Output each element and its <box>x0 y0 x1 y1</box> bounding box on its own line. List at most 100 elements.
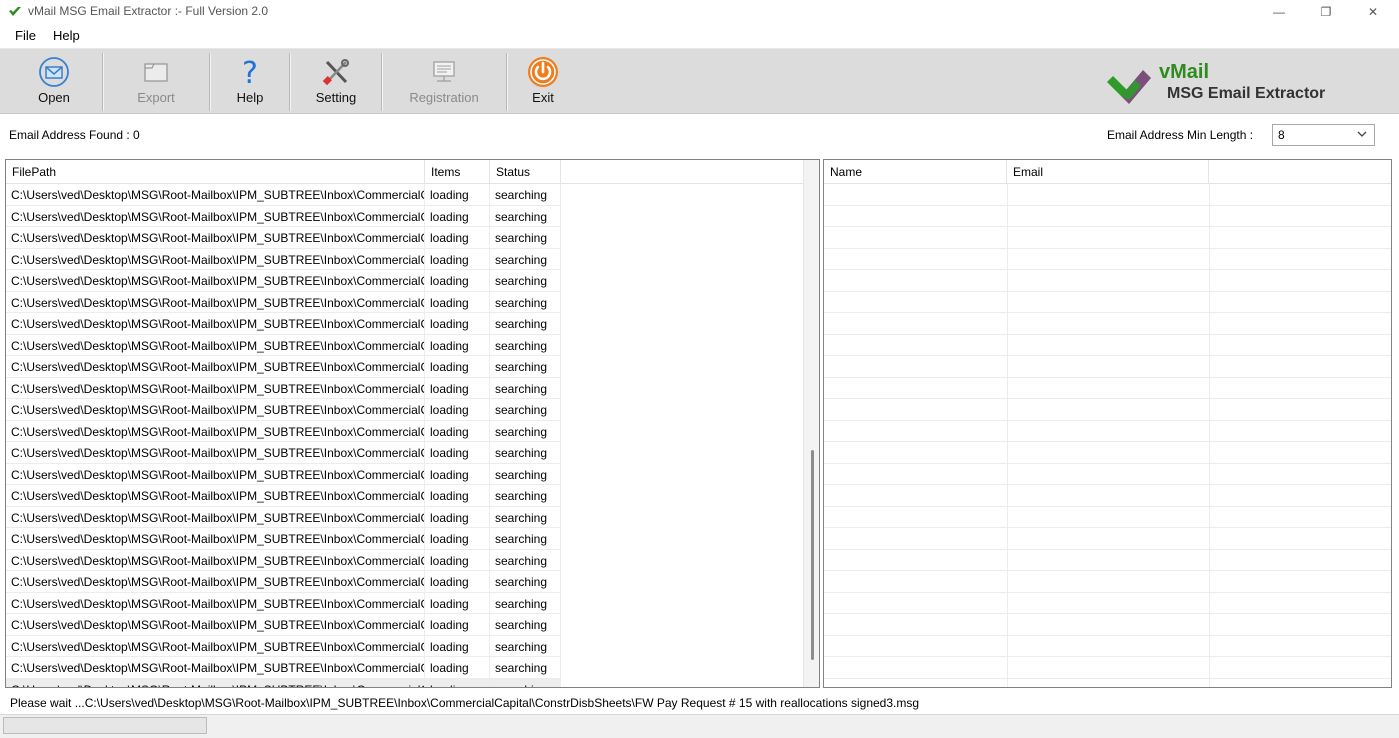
cell-filepath: C:\Users\ved\Desktop\MSG\Root-Mailbox\IP… <box>6 270 425 291</box>
table-row[interactable]: C:\Users\ved\Desktop\MSG\Root-Mailbox\IP… <box>6 549 561 571</box>
cell-items: loading <box>425 635 490 657</box>
table-row[interactable]: C:\Users\ved\Desktop\MSG\Root-Mailbox\IP… <box>6 614 561 636</box>
email-row <box>824 614 1391 636</box>
cell-items: loading <box>425 399 490 420</box>
email-row <box>824 528 1391 550</box>
toolbar-separator <box>506 53 508 111</box>
title-bar: vMail MSG Email Extractor :- Full Versio… <box>0 0 1399 24</box>
column-header-name[interactable]: Name <box>824 160 1007 184</box>
cell-status: searching <box>490 571 561 592</box>
cell-status: searching <box>490 678 561 687</box>
menu-file[interactable]: File <box>15 28 36 43</box>
cell-items: loading <box>425 592 490 614</box>
cell-items: loading <box>425 528 490 549</box>
brand-logo: vMail MSG Email Extractor <box>1105 60 1355 108</box>
cell-filepath: C:\Users\ved\Desktop\MSG\Root-Mailbox\IP… <box>6 334 425 356</box>
table-row[interactable]: C:\Users\ved\Desktop\MSG\Root-Mailbox\IP… <box>6 248 561 270</box>
cell-filepath: C:\Users\ved\Desktop\MSG\Root-Mailbox\IP… <box>6 420 425 442</box>
cell-status: searching <box>490 270 561 291</box>
cell-items: loading <box>425 184 490 205</box>
email-row <box>824 249 1391 270</box>
cell-items: loading <box>425 334 490 356</box>
help-button[interactable]: ? Help <box>214 52 286 112</box>
menu-help[interactable]: Help <box>53 28 80 43</box>
registration-icon <box>433 61 455 82</box>
maximize-button[interactable]: ❐ <box>1303 0 1349 24</box>
column-header-status[interactable]: Status <box>490 160 561 184</box>
emails-table[interactable]: Name Email <box>823 159 1392 688</box>
table-row[interactable]: C:\Users\ved\Desktop\MSG\Root-Mailbox\IP… <box>6 313 561 335</box>
cell-items: loading <box>425 356 490 377</box>
brand-subtitle: MSG Email Extractor <box>1167 85 1326 102</box>
min-length-select[interactable]: 8 <box>1272 124 1375 146</box>
cell-filepath: C:\Users\ved\Desktop\MSG\Root-Mailbox\IP… <box>6 678 425 687</box>
cell-filepath: C:\Users\ved\Desktop\MSG\Root-Mailbox\IP… <box>6 442 425 463</box>
cell-status: searching <box>490 442 561 463</box>
window-title: vMail MSG Email Extractor :- Full Versio… <box>28 4 269 18</box>
table-row[interactable]: C:\Users\ved\Desktop\MSG\Root-Mailbox\IP… <box>6 184 561 206</box>
table-row[interactable]: C:\Users\ved\Desktop\MSG\Root-Mailbox\IP… <box>6 356 561 378</box>
files-table-scrollbar[interactable] <box>803 160 819 687</box>
cell-status: searching <box>490 657 561 678</box>
open-button[interactable]: Open <box>8 52 100 112</box>
email-row <box>824 464 1391 485</box>
email-row <box>824 206 1391 227</box>
table-row[interactable]: C:\Users\ved\Desktop\MSG\Root-Mailbox\IP… <box>6 463 561 485</box>
column-header-email[interactable]: Email <box>1007 160 1209 184</box>
cell-status: searching <box>490 313 561 334</box>
column-header-filepath[interactable]: FilePath <box>6 160 425 184</box>
setting-button[interactable]: Setting <box>294 52 378 112</box>
toolbar-separator <box>289 53 291 111</box>
email-row <box>824 227 1391 249</box>
email-row <box>824 335 1391 356</box>
close-button[interactable]: ✕ <box>1350 0 1396 24</box>
table-row[interactable]: C:\Users\ved\Desktop\MSG\Root-Mailbox\IP… <box>6 635 561 657</box>
cell-filepath: C:\Users\ved\Desktop\MSG\Root-Mailbox\IP… <box>6 205 425 227</box>
table-row[interactable]: C:\Users\ved\Desktop\MSG\Root-Mailbox\IP… <box>6 528 561 550</box>
cell-items: loading <box>425 506 490 528</box>
email-row <box>824 270 1391 292</box>
cell-status: searching <box>490 420 561 442</box>
table-row[interactable]: C:\Users\ved\Desktop\MSG\Root-Mailbox\IP… <box>6 657 561 679</box>
table-row[interactable]: C:\Users\ved\Desktop\MSG\Root-Mailbox\IP… <box>6 485 561 507</box>
open-label: Open <box>38 90 70 105</box>
emails-table-header: Name Email <box>824 160 1391 184</box>
table-row[interactable]: C:\Users\ved\Desktop\MSG\Root-Mailbox\IP… <box>6 205 561 227</box>
export-button[interactable]: Export <box>108 52 204 112</box>
table-row[interactable]: C:\Users\ved\Desktop\MSG\Root-Mailbox\IP… <box>6 399 561 421</box>
cell-status: searching <box>490 614 561 635</box>
table-row[interactable]: C:\Users\ved\Desktop\MSG\Root-Mailbox\IP… <box>6 334 561 356</box>
cell-filepath: C:\Users\ved\Desktop\MSG\Root-Mailbox\IP… <box>6 528 425 549</box>
table-row[interactable]: C:\Users\ved\Desktop\MSG\Root-Mailbox\IP… <box>6 227 561 249</box>
table-row[interactable]: C:\Users\ved\Desktop\MSG\Root-Mailbox\IP… <box>6 377 561 399</box>
table-row[interactable]: C:\Users\ved\Desktop\MSG\Root-Mailbox\IP… <box>6 270 561 292</box>
table-row[interactable]: C:\Users\ved\Desktop\MSG\Root-Mailbox\IP… <box>6 571 561 593</box>
help-question-icon: ? <box>242 56 258 88</box>
column-header-items[interactable]: Items <box>425 160 490 184</box>
minimize-button[interactable]: — <box>1256 0 1302 24</box>
table-row[interactable]: C:\Users\ved\Desktop\MSG\Root-Mailbox\IP… <box>6 506 561 528</box>
table-row[interactable]: C:\Users\ved\Desktop\MSG\Root-Mailbox\IP… <box>6 291 561 313</box>
vmail-logo-icon <box>1107 70 1151 104</box>
status-bar <box>0 714 1399 738</box>
exit-button[interactable]: Exit <box>512 52 574 112</box>
email-row <box>824 356 1391 378</box>
files-table[interactable]: FilePath Items Status C:\Users\ved\Deskt… <box>5 159 820 688</box>
cell-filepath: C:\Users\ved\Desktop\MSG\Root-Mailbox\IP… <box>6 614 425 635</box>
table-row[interactable]: C:\Users\ved\Desktop\MSG\Root-Mailbox\IP… <box>6 678 561 687</box>
table-row[interactable]: C:\Users\ved\Desktop\MSG\Root-Mailbox\IP… <box>6 442 561 464</box>
cell-items: loading <box>425 205 490 227</box>
table-row[interactable]: C:\Users\ved\Desktop\MSG\Root-Mailbox\IP… <box>6 592 561 614</box>
cell-status: searching <box>490 635 561 657</box>
scrollbar-thumb[interactable] <box>811 450 814 660</box>
cell-filepath: C:\Users\ved\Desktop\MSG\Root-Mailbox\IP… <box>6 657 425 678</box>
registration-button[interactable]: Registration <box>386 52 502 112</box>
cell-items: loading <box>425 377 490 399</box>
cell-items: loading <box>425 571 490 592</box>
toolbar-separator <box>102 53 104 111</box>
app-icon <box>9 7 21 16</box>
cell-items: loading <box>425 549 490 571</box>
email-row <box>824 442 1391 464</box>
cell-items: loading <box>425 313 490 334</box>
table-row[interactable]: C:\Users\ved\Desktop\MSG\Root-Mailbox\IP… <box>6 420 561 442</box>
